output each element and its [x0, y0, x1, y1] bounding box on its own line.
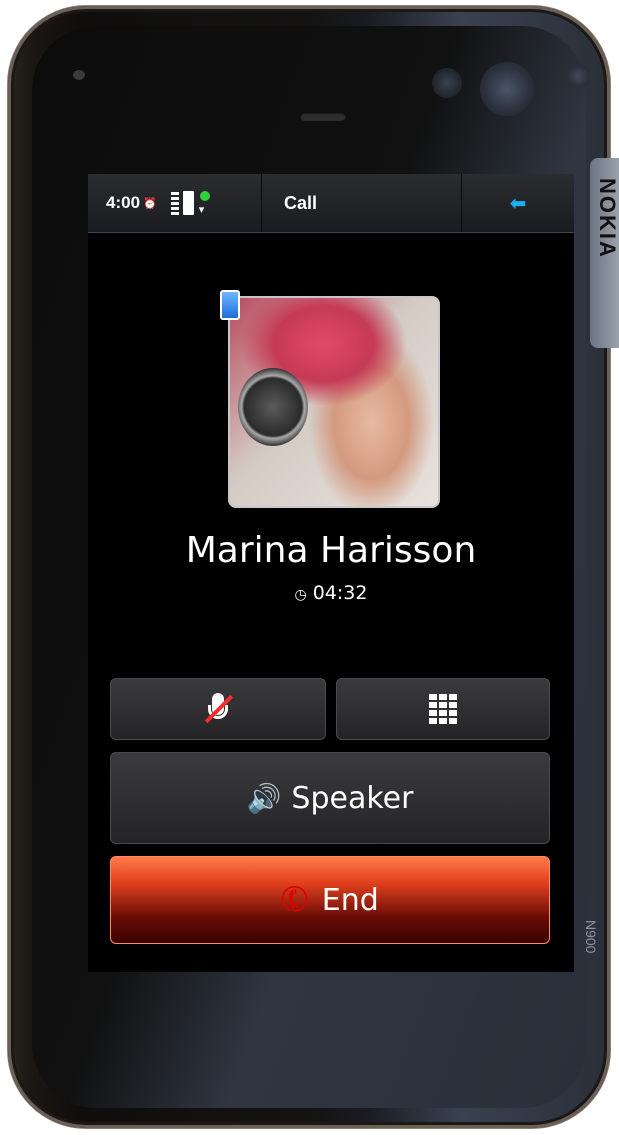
end-label: End	[321, 882, 379, 918]
front-camera	[480, 62, 534, 116]
handset-icon: ✆	[273, 875, 318, 925]
call-timer: 04:32	[312, 582, 368, 604]
sensor	[566, 64, 590, 88]
back-arrow-icon: ⬅	[509, 191, 527, 215]
caller-photo	[228, 296, 440, 508]
clock: 4:00	[106, 193, 141, 212]
presence-icon: ▾	[198, 190, 212, 216]
model-label: N900	[583, 920, 599, 954]
status-area[interactable]: 4:00 ⏰ ▾	[88, 174, 262, 232]
battery-icon	[182, 191, 194, 215]
caller-name: Marina Harisson	[185, 530, 477, 571]
earpiece	[300, 112, 346, 121]
sensor	[432, 68, 462, 98]
status-bar: 4:00 ⏰ ▾ Call ⬅	[88, 174, 574, 233]
clock-icon: ◷	[294, 587, 307, 603]
brand-text: NOKIA	[595, 178, 619, 259]
end-call-button[interactable]: ✆ End	[110, 856, 550, 944]
mute-button[interactable]	[110, 678, 326, 740]
back-button[interactable]: ⬅	[462, 174, 574, 232]
speaker-button[interactable]: 🔊 Speaker	[110, 752, 550, 844]
dialpad-icon	[429, 694, 457, 724]
mute-microphone-icon	[203, 691, 234, 727]
speaker-label: Speaker	[291, 780, 414, 816]
signal-icon	[170, 191, 179, 215]
keypad-button[interactable]	[336, 678, 550, 740]
mobile-phone-icon	[220, 290, 240, 320]
speaker-icon: 🔊	[246, 781, 282, 815]
indicator-light	[73, 70, 85, 80]
headphone-graphic	[238, 368, 308, 446]
page-title[interactable]: Call	[262, 174, 462, 232]
brand-logo: NOKIA	[590, 158, 619, 348]
call-duration: ◷ 04:32	[88, 582, 574, 604]
call-screen: 4:00 ⏰ ▾ Call ⬅ Marina Harisson ◷ 04:32 🔊…	[88, 174, 574, 972]
alarm-icon: ⏰	[143, 196, 157, 210]
